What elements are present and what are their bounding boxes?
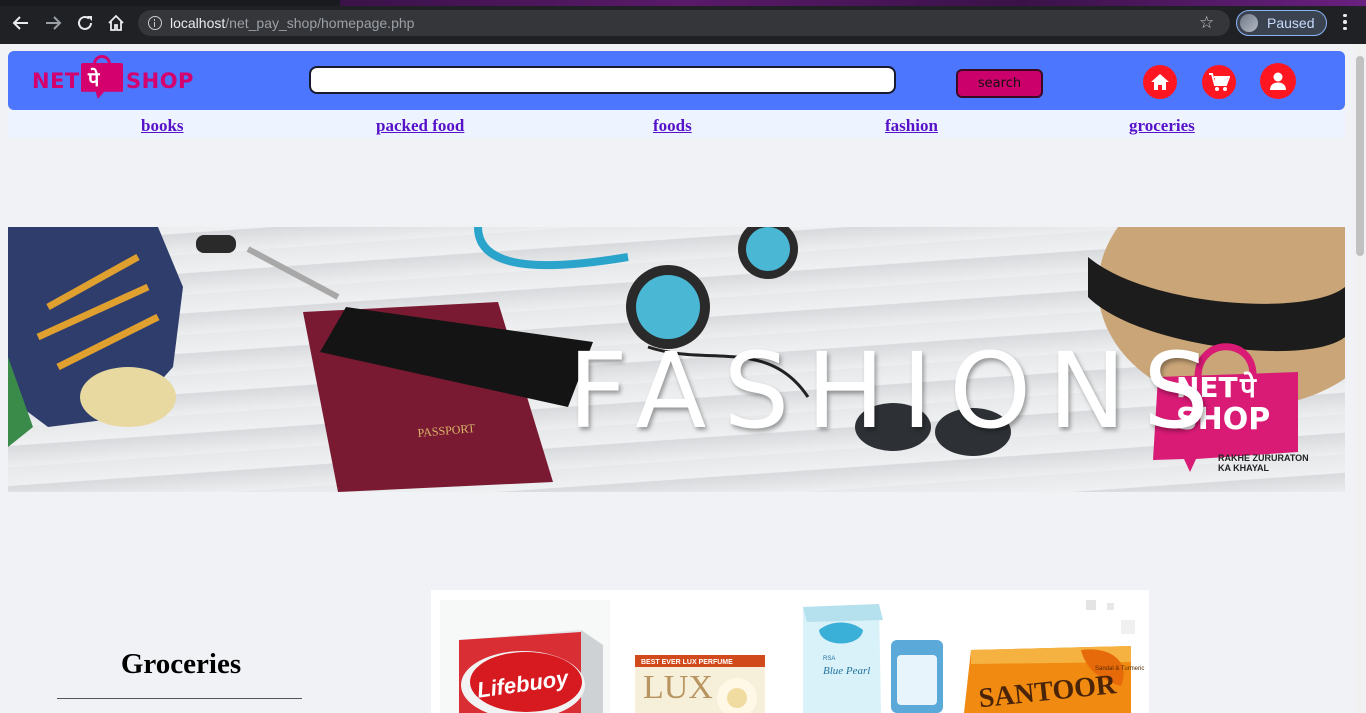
- browser-toolbar: localhost/net_pay_shop/homepage.php ☆ Pa…: [0, 6, 1366, 40]
- nav-link-fashion[interactable]: fashion: [885, 116, 938, 136]
- avatar: [1240, 14, 1258, 32]
- reload-icon[interactable]: [74, 12, 96, 34]
- product-carousel[interactable]: Lifebuoy BEST EVER LUX PERFUME LUX Blue …: [431, 590, 1149, 713]
- forward-icon[interactable]: [42, 12, 64, 34]
- browser-menu-icon[interactable]: [1340, 10, 1350, 34]
- svg-text:Blue Pearl: Blue Pearl: [823, 665, 870, 677]
- category-nav: books packed food foods fashion grocerie…: [8, 110, 1345, 138]
- bookmark-star-icon[interactable]: ☆: [1199, 13, 1214, 33]
- svg-text:KA KHAYAL: KA KHAYAL: [1218, 463, 1270, 473]
- user-icon[interactable]: [1260, 63, 1296, 99]
- cart-icon[interactable]: [1202, 65, 1236, 99]
- svg-text:RAKHE ZURURATON: RAKHE ZURURATON: [1218, 453, 1309, 463]
- nav-link-groceries[interactable]: groceries: [1129, 116, 1195, 136]
- section-title: Groceries: [120, 648, 242, 680]
- browser-chrome: localhost/net_pay_shop/homepage.php ☆ Pa…: [0, 0, 1366, 44]
- search-input[interactable]: [309, 66, 896, 94]
- home-icon[interactable]: [105, 12, 127, 34]
- svg-text:BEST EVER LUX PERFUME: BEST EVER LUX PERFUME: [641, 659, 733, 666]
- svg-text:Sandal & Turmeric: Sandal & Turmeric: [1095, 666, 1144, 672]
- search-button[interactable]: search: [956, 69, 1043, 98]
- svg-text:RSA: RSA: [823, 656, 835, 662]
- address-bar[interactable]: localhost/net_pay_shop/homepage.php ☆: [138, 10, 1230, 36]
- nav-link-books[interactable]: books: [141, 116, 184, 136]
- page-scrollbar[interactable]: [1354, 44, 1366, 713]
- fashion-banner[interactable]: PASSPORT NET पे SHOP RAKHE ZURURATON KA …: [8, 227, 1345, 492]
- home-icon[interactable]: [1143, 65, 1177, 99]
- nav-link-foods[interactable]: foods: [653, 116, 692, 136]
- profile-button[interactable]: Paused: [1236, 10, 1327, 36]
- banner-headline: FASHIONS: [568, 330, 1226, 452]
- svg-text:LUX: LUX: [643, 669, 713, 706]
- url-text[interactable]: localhost/net_pay_shop/homepage.php: [170, 15, 414, 31]
- profile-status: Paused: [1267, 15, 1315, 31]
- back-icon[interactable]: [10, 12, 32, 34]
- site-header: NET पे SHOP search: [8, 51, 1345, 110]
- nav-link-packed-food[interactable]: packed food: [376, 116, 464, 136]
- svg-text:पे: पे: [1239, 371, 1257, 404]
- site-logo[interactable]: NET पे SHOP: [32, 55, 193, 105]
- divider: [57, 698, 302, 699]
- scrollbar-thumb[interactable]: [1356, 56, 1364, 256]
- site-info-icon[interactable]: [148, 16, 162, 30]
- product-images: Lifebuoy BEST EVER LUX PERFUME LUX Blue …: [440, 600, 1144, 713]
- page-content: NET पे SHOP search books packed food foo…: [0, 44, 1354, 713]
